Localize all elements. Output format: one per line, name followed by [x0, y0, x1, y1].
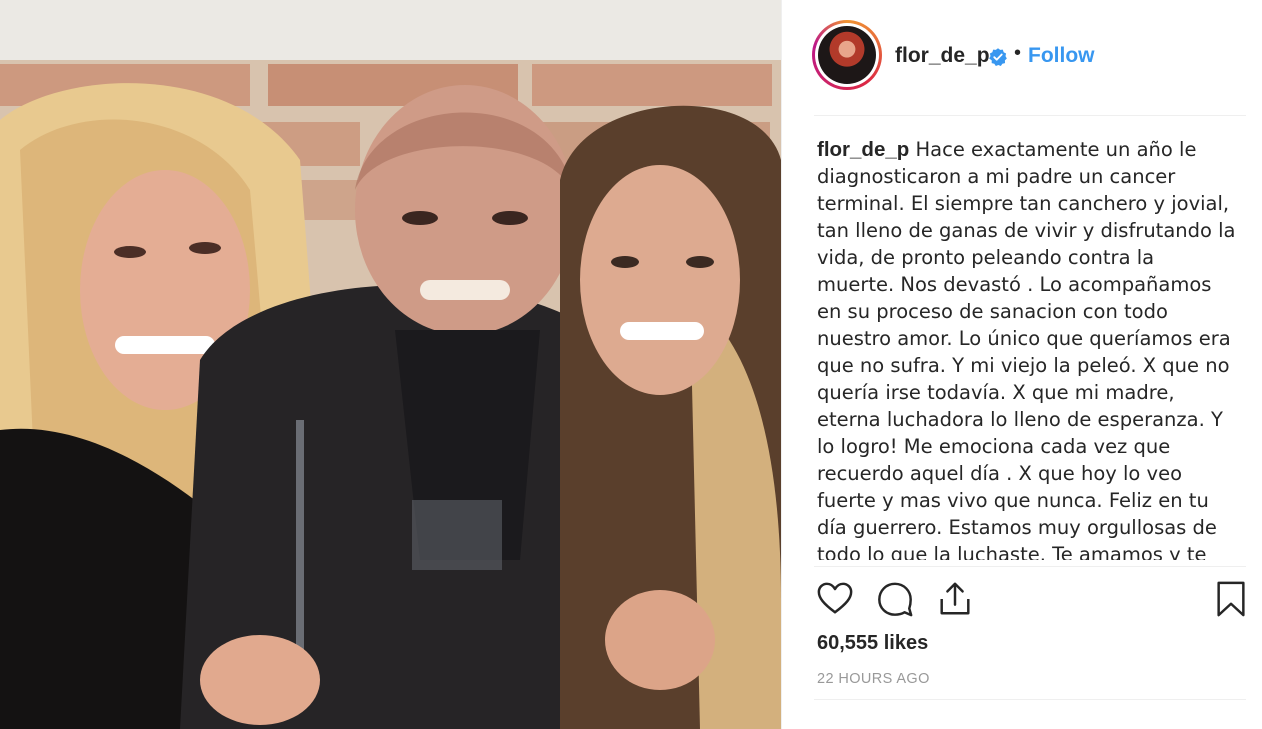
actions-divider [814, 566, 1246, 567]
photo-illustration [0, 0, 781, 729]
header-separator: • [1014, 42, 1022, 64]
bookmark-icon[interactable] [1212, 580, 1250, 618]
follow-button[interactable]: Follow [1028, 44, 1095, 68]
header-divider [814, 115, 1246, 116]
comment-icon[interactable] [876, 580, 914, 618]
post-username[interactable]: flor_de_p [895, 44, 990, 68]
verified-badge-icon [989, 48, 1007, 66]
post-side-panel: flor_de_p • Follow flor_de_p Hace exacta… [782, 0, 1262, 729]
caption-username[interactable]: flor_de_p [817, 138, 909, 161]
likes-count[interactable]: 60,555 likes [817, 632, 928, 655]
post-photo[interactable] [0, 0, 781, 729]
share-icon[interactable] [936, 580, 974, 618]
caption-text: Hace exactamente un año le diagnosticaro… [817, 138, 1236, 560]
avatar-story-ring[interactable] [812, 20, 882, 90]
avatar[interactable] [818, 26, 876, 84]
post-actions [816, 580, 1246, 620]
post-timestamp: 22 HOURS AGO [817, 671, 930, 687]
heart-icon[interactable] [816, 580, 854, 618]
footer-divider [814, 699, 1246, 700]
post-header: flor_de_p • Follow [782, 0, 1262, 115]
post-caption: flor_de_p Hace exactamente un año le dia… [817, 136, 1237, 560]
